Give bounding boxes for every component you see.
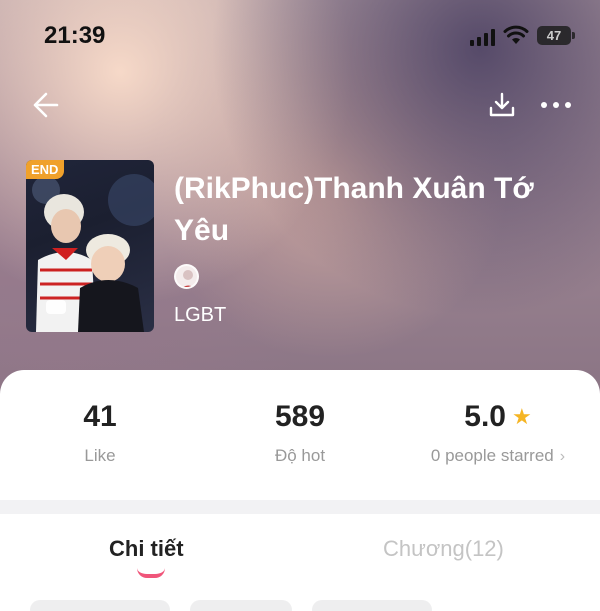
star-icon: ★	[511, 404, 532, 429]
chevron-right-icon: ›	[559, 448, 566, 465]
hot-stat: 589 Độ hot	[240, 400, 360, 466]
stats-card: 41 Like 589 Độ hot 5.0 ★ 0 people starre…	[0, 370, 600, 500]
wifi-icon	[503, 25, 529, 44]
tag-chip[interactable]	[30, 600, 170, 611]
status-bar: 21:39 47	[0, 0, 600, 70]
cover-illustration	[32, 174, 154, 332]
cellular-signal-icon	[470, 28, 495, 46]
tag-chips-row	[0, 600, 600, 611]
tag-chip[interactable]	[190, 600, 292, 611]
hot-label: Độ hot	[274, 446, 326, 465]
like-stat: 41 Like	[60, 400, 140, 466]
active-tab-indicator	[137, 568, 165, 578]
like-label: Like	[84, 446, 116, 465]
back-arrow-icon[interactable]	[30, 90, 60, 120]
rating-label: 0 people starred	[430, 446, 554, 465]
like-count: 41	[83, 400, 117, 433]
rating-value: 5.0	[464, 400, 506, 433]
rating-label-row: 0 people starred ›	[418, 446, 578, 466]
end-badge: END	[26, 160, 65, 179]
tab-chapters[interactable]: Chương(12)	[383, 536, 504, 562]
download-icon[interactable]	[488, 90, 516, 120]
genre-tag[interactable]: LGBT	[174, 304, 226, 327]
more-options-icon[interactable]	[540, 98, 572, 112]
tab-bar: Chi tiết Chương(12)	[0, 514, 600, 611]
battery-icon: 47	[537, 26, 575, 45]
hot-count: 589	[274, 400, 326, 433]
rating-row: 5.0 ★	[418, 400, 578, 434]
rating-stat[interactable]: 5.0 ★ 0 people starred ›	[418, 400, 578, 466]
book-cover[interactable]: END	[26, 160, 154, 332]
status-time: 21:39	[44, 22, 106, 49]
book-title: (RikPhuc)Thanh Xuân Tớ Yêu	[174, 172, 534, 247]
author-avatar[interactable]	[174, 264, 199, 289]
tab-details[interactable]: Chi tiết	[109, 536, 184, 562]
tag-chip[interactable]	[312, 600, 432, 611]
